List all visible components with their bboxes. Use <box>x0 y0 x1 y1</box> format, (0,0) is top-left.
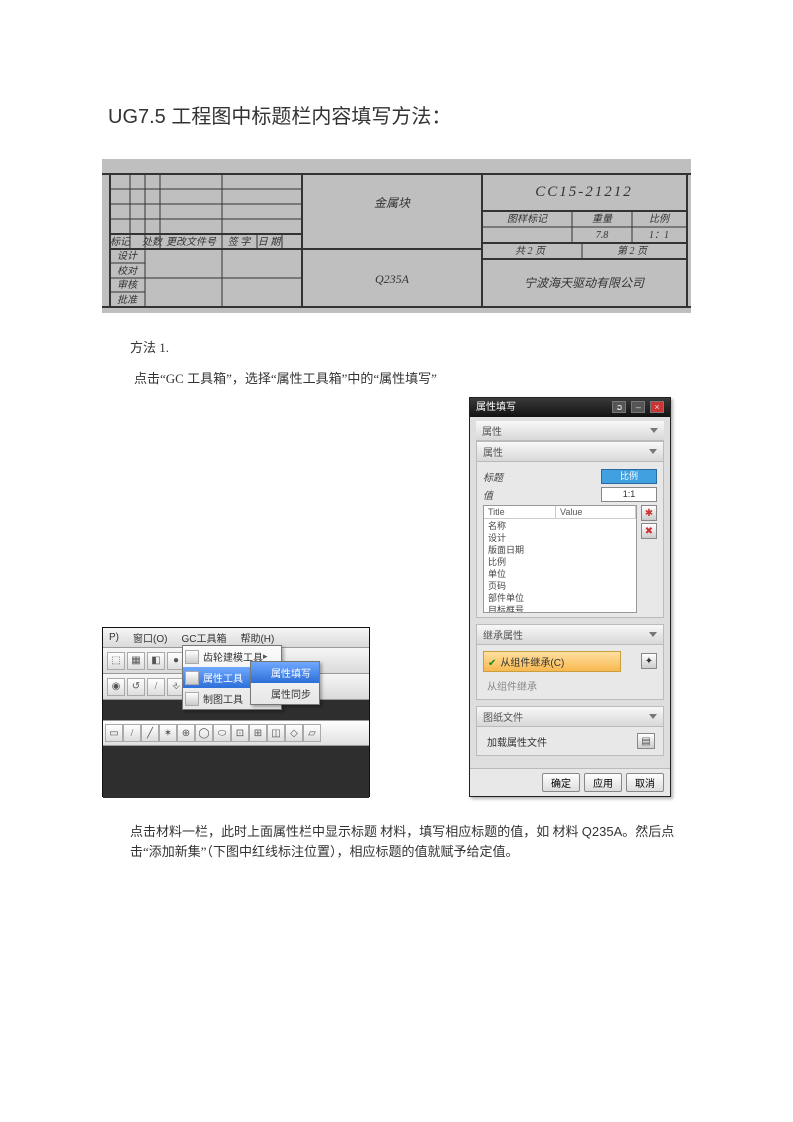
menu-item-window[interactable]: 窗口(O) <box>131 630 169 645</box>
menu-item-property-sync[interactable]: 属性同步 <box>251 683 319 704</box>
tool-icon[interactable]: ◫ <box>267 724 285 742</box>
svg-text:审核: 审核 <box>117 279 139 291</box>
list-item[interactable]: 名称 <box>484 520 636 532</box>
svg-text:重量: 重量 <box>592 213 613 225</box>
dialog-title: 属性填写 <box>476 398 516 417</box>
svg-text:共 2 页: 共 2 页 <box>515 245 547 257</box>
tool-icon[interactable]: ⊕ <box>177 724 195 742</box>
drafting-icon <box>185 692 199 706</box>
col-title: Title <box>484 506 556 518</box>
cancel-button[interactable]: 取消 <box>626 773 664 792</box>
browse-icon[interactable]: ▤ <box>637 733 655 749</box>
remove-button[interactable]: ✖ <box>641 523 657 539</box>
list-item[interactable]: 页码 <box>484 580 636 592</box>
list-item[interactable]: 部件单位 <box>484 592 636 604</box>
properties-list[interactable]: Title Value 名称 设计 版面日期 比例 单位 页码 <box>483 505 637 613</box>
svg-text:签 字: 签 字 <box>228 236 252 248</box>
svg-text:日 期: 日 期 <box>258 236 283 248</box>
page-title: UG7.5 工程图中标题栏内容填写方法： <box>108 100 685 129</box>
toolbar-3: ▭ / ╱ ✶ ⊕ ◯ ⬭ ⊡ ⊞ ◫ ◇ ▱ <box>103 720 369 746</box>
svg-text:图样标记: 图样标记 <box>507 213 548 225</box>
menu-item-gctoolbox[interactable]: GC工具箱 <box>179 630 228 645</box>
apply-button[interactable]: 应用 <box>584 773 622 792</box>
list-item[interactable]: 设计 <box>484 532 636 544</box>
tool-icon[interactable]: ◇ <box>285 724 303 742</box>
tool-icon[interactable]: ↺ <box>127 678 145 696</box>
title-prefix: UG7.5 <box>108 106 166 128</box>
list-item[interactable]: 版面日期 <box>484 544 636 556</box>
svg-text:更改文件号: 更改文件号 <box>166 236 217 248</box>
inherit-from-component[interactable]: ✔从组件继承(C) <box>483 651 621 672</box>
svg-text:标记: 标记 <box>110 236 131 248</box>
dialog-titlebar: 属性填写 ວ – × <box>470 398 670 417</box>
tool-icon[interactable]: / <box>123 724 141 742</box>
tool-icon[interactable]: ╱ <box>141 724 159 742</box>
label-value: 值 <box>483 487 493 502</box>
menu-item-help[interactable]: 帮助(H) <box>238 630 276 645</box>
select-icon[interactable]: ✦ <box>641 653 657 669</box>
chevron-down-icon <box>649 449 657 454</box>
tool-icon[interactable]: ✶ <box>159 724 177 742</box>
property-icon <box>185 671 199 685</box>
gear-icon <box>185 650 199 664</box>
para-2: 点击材料一栏，此时上面属性栏中显示标题 材料，填写相应标题的值，如 材料 Q23… <box>130 822 685 861</box>
section-file-header[interactable]: 图纸文件 <box>477 707 663 727</box>
svg-text:7.8: 7.8 <box>596 230 609 241</box>
list-rows: 名称 设计 版面日期 比例 单位 页码 部件单位 目标框号 <box>484 519 636 613</box>
svg-text:1：1: 1：1 <box>649 230 669 241</box>
input-value[interactable]: 1:1 <box>601 487 657 502</box>
tool-icon[interactable]: ◧ <box>147 652 165 670</box>
tool-icon[interactable]: ⬚ <box>107 652 125 670</box>
svg-text:批准: 批准 <box>117 294 138 306</box>
svg-text:设计: 设计 <box>117 250 138 262</box>
menu-item-property-fill[interactable]: 属性填写 <box>251 662 319 683</box>
menu-item-p[interactable]: P) <box>107 632 121 643</box>
svg-text:第 2 页: 第 2 页 <box>617 245 649 257</box>
step1-text: 点击“GC 工具箱”，选择“属性工具箱”中的“属性填写” <box>134 368 685 387</box>
property-fill-dialog: 属性填写 ວ – × 属性 属性 标题 <box>469 397 671 797</box>
svg-text:比例: 比例 <box>649 213 671 225</box>
chevron-down-icon <box>650 428 658 433</box>
svg-text:处数: 处数 <box>142 236 164 248</box>
check-icon: ✔ <box>488 658 496 669</box>
svg-text:校对: 校对 <box>117 265 139 277</box>
tool-icon[interactable]: / <box>147 678 165 696</box>
svg-text:Q235A: Q235A <box>375 272 410 286</box>
tool-icon[interactable]: ⊞ <box>249 724 267 742</box>
svg-text:金属块: 金属块 <box>374 196 411 210</box>
list-item[interactable]: 目标框号 <box>484 604 636 613</box>
label-load-file: 加载属性文件 <box>487 734 547 749</box>
svg-text:宁波海天驱动有限公司: 宁波海天驱动有限公司 <box>524 276 645 290</box>
section-properties2-header[interactable]: 属性 <box>477 442 663 462</box>
help-icon[interactable]: ວ <box>612 401 626 413</box>
tool-icon[interactable]: ◯ <box>195 724 213 742</box>
close-icon[interactable]: × <box>650 401 664 413</box>
property-tools-submenu: 属性填写 属性同步 <box>250 661 320 705</box>
list-item[interactable]: 比例 <box>484 556 636 568</box>
minimize-icon[interactable]: – <box>631 401 645 413</box>
tool-icon[interactable]: ⊡ <box>231 724 249 742</box>
tool-icon[interactable]: ▭ <box>105 724 123 742</box>
section-properties-header[interactable]: 属性 <box>476 421 664 441</box>
tool-icon[interactable]: ▱ <box>303 724 321 742</box>
col-value: Value <box>556 506 636 518</box>
svg-text:CC15-21212: CC15-21212 <box>535 184 633 200</box>
chevron-down-icon <box>649 632 657 637</box>
ok-button[interactable]: 确定 <box>542 773 580 792</box>
inherit-from-component-2: 从组件继承 <box>483 676 639 695</box>
tool-icon[interactable]: ▦ <box>127 652 145 670</box>
chevron-down-icon <box>649 714 657 719</box>
tool-icon[interactable]: ◉ <box>107 678 125 696</box>
add-new-set-button[interactable]: ✱ <box>641 505 657 521</box>
section-inherit-header[interactable]: 继承属性 <box>477 625 663 645</box>
input-title[interactable]: 比例 <box>601 469 657 484</box>
label-title: 标题 <box>483 469 503 484</box>
list-item[interactable]: 单位 <box>484 568 636 580</box>
title-rest: 工程图中标题栏内容填写方法： <box>166 106 452 128</box>
titleblock-image: 金属块 Q235A CC15-21212 图样标记 重量 比例 7.8 1：1 … <box>102 159 691 313</box>
tool-icon[interactable]: ⬭ <box>213 724 231 742</box>
method-label: 方法 1. <box>130 337 685 356</box>
screenshot-composite: P) 窗口(O) GC工具箱 帮助(H) ⬚ ▦ ◧ ● ◉ ↺ / ⎀ ✚ ▭ <box>102 397 691 810</box>
